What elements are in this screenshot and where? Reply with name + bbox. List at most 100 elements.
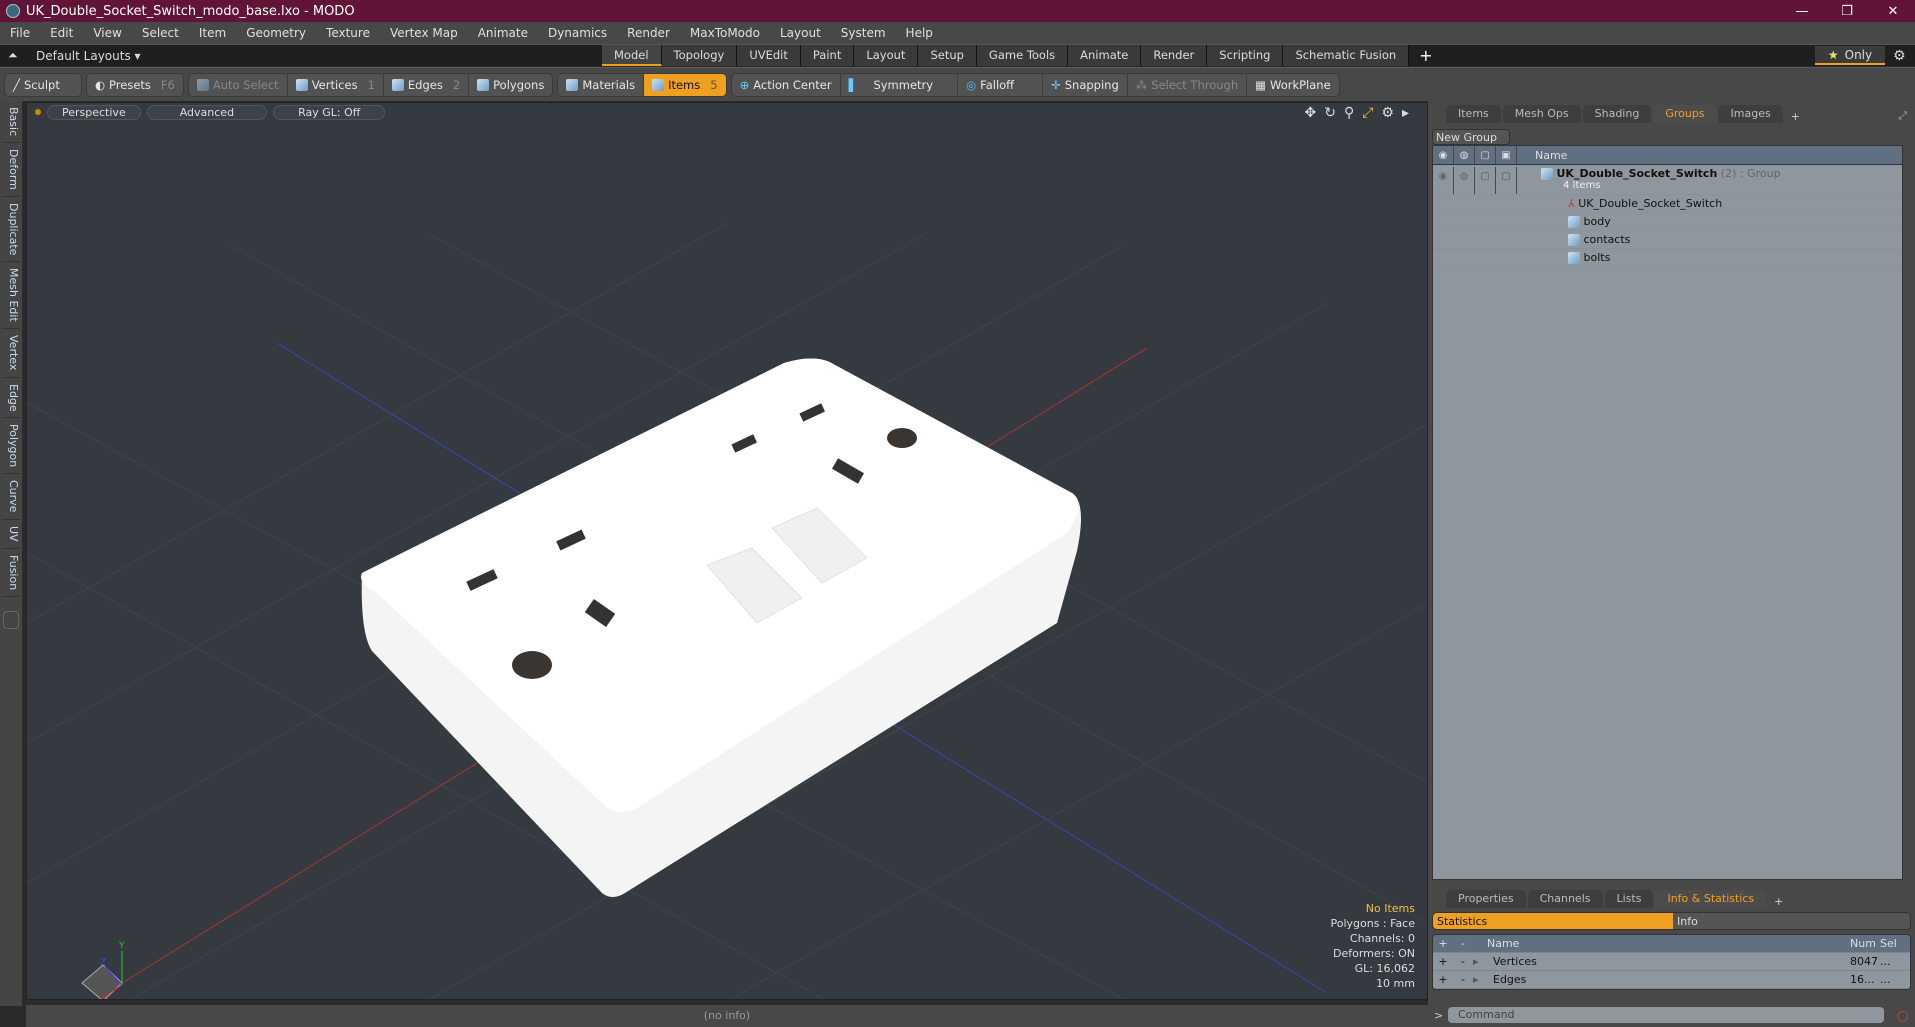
command-input[interactable]: Command xyxy=(1448,1007,1884,1023)
lock-toggle[interactable]: ▢ xyxy=(1475,167,1496,194)
vtab-basic[interactable]: Basic xyxy=(2,101,20,144)
vtab-fusion[interactable]: Fusion xyxy=(2,549,20,597)
new-group-button[interactable]: New Group xyxy=(1432,129,1510,145)
menu-maxtomodo[interactable]: MaxToModo xyxy=(680,26,770,40)
symmetry-button[interactable]: ▌ Symmetry xyxy=(841,73,959,96)
menu-geometry[interactable]: Geometry xyxy=(236,26,316,40)
add-tab-button[interactable]: + xyxy=(1409,45,1442,67)
tab-layout[interactable]: Layout xyxy=(854,45,919,66)
tab-channels[interactable]: Channels xyxy=(1527,890,1603,908)
menu-animate[interactable]: Animate xyxy=(468,26,538,40)
tab-scripting[interactable]: Scripting xyxy=(1207,45,1284,66)
presets-button[interactable]: ◐ Presets F6 xyxy=(86,72,184,97)
polygons-button[interactable]: Polygons xyxy=(469,74,552,96)
vtab-vertex[interactable]: Vertex xyxy=(2,329,20,378)
menu-system[interactable]: System xyxy=(831,26,896,40)
sculpt-button[interactable]: ╱ Sculpt xyxy=(4,72,82,97)
table-row[interactable]: + - ▸ Edges 16...... xyxy=(1433,971,1910,989)
add-bottom-tab-button[interactable]: + xyxy=(1768,895,1789,908)
tab-lists[interactable]: Lists xyxy=(1604,890,1654,908)
render-icon[interactable]: ◍ xyxy=(1454,167,1475,194)
record-icon[interactable]: ○ xyxy=(1897,1008,1909,1024)
vtab-polygon[interactable]: Polygon xyxy=(2,418,20,475)
gear-icon[interactable]: ⚙ xyxy=(1893,48,1906,64)
maximize-button[interactable]: ❐ xyxy=(1827,0,1867,22)
maximize-viewport-icon[interactable]: ⤢ xyxy=(1362,105,1373,121)
vertices-button[interactable]: Vertices 1 xyxy=(288,73,384,96)
menu-view[interactable]: View xyxy=(83,26,131,40)
tab-groups[interactable]: Groups xyxy=(1653,105,1717,123)
menu-render[interactable]: Render xyxy=(617,26,680,40)
menu-texture[interactable]: Texture xyxy=(316,26,380,40)
3d-viewport[interactable]: Y Z Perspective Advanced Ray GL: Off ✥ ↻… xyxy=(26,102,1428,1000)
viewport-settings-icon[interactable]: ⚙ xyxy=(1381,105,1394,121)
vtab-mesh-edit[interactable]: Mesh Edit xyxy=(2,262,20,330)
list-item[interactable]: contacts xyxy=(1433,231,1902,249)
expand-panel-icon[interactable]: ⤢ xyxy=(1898,109,1915,123)
menu-select[interactable]: Select xyxy=(132,26,189,40)
pan-icon[interactable]: ✥ xyxy=(1304,105,1316,121)
name-header[interactable]: Name xyxy=(1473,937,1850,950)
workplane-button[interactable]: ▦ WorkPlane xyxy=(1247,74,1339,96)
remove-icon[interactable]: - xyxy=(1453,973,1473,986)
add-icon[interactable]: + xyxy=(1433,973,1453,986)
minimize-button[interactable]: — xyxy=(1782,0,1822,22)
tab-schematic-fusion[interactable]: Schematic Fusion xyxy=(1283,45,1410,66)
rotate-icon[interactable]: ↻ xyxy=(1324,105,1336,121)
add-icon[interactable]: + xyxy=(1433,955,1453,968)
tab-paint[interactable]: Paint xyxy=(800,45,855,66)
list-item[interactable]: bolts xyxy=(1433,249,1902,267)
edges-button[interactable]: Edges 2 xyxy=(384,73,470,96)
viewport-menu-arrow-icon[interactable]: ▸ xyxy=(1402,105,1409,121)
collapse-arrow-icon[interactable]: ⏶ xyxy=(8,48,18,63)
menu-edit[interactable]: Edit xyxy=(40,26,83,40)
menu-layout[interactable]: Layout xyxy=(770,26,831,40)
statistics-subtab[interactable]: Statistics xyxy=(1433,913,1673,929)
tab-shading[interactable]: Shading xyxy=(1582,105,1652,123)
tab-uvedit[interactable]: UVEdit xyxy=(737,45,801,66)
close-button[interactable]: ✕ xyxy=(1873,0,1913,22)
tab-animate[interactable]: Animate xyxy=(1068,45,1142,66)
raygl-dropdown[interactable]: Ray GL: Off xyxy=(273,104,386,120)
snapping-button[interactable]: ✛ Snapping xyxy=(1043,73,1128,96)
falloff-button[interactable]: ◎ Falloff xyxy=(958,73,1044,96)
tab-game-tools[interactable]: Game Tools xyxy=(976,45,1069,66)
visibility-column-icon[interactable]: ◉ xyxy=(1433,146,1454,164)
info-subtab[interactable]: Info xyxy=(1673,913,1910,929)
items-button[interactable]: Items 5 xyxy=(644,73,726,96)
materials-button[interactable]: Materials xyxy=(558,73,645,96)
tab-render[interactable]: Render xyxy=(1141,45,1208,66)
menu-dynamics[interactable]: Dynamics xyxy=(538,26,617,40)
tab-model[interactable]: Model xyxy=(602,45,662,66)
tab-images[interactable]: Images xyxy=(1718,105,1783,123)
table-row[interactable]: + - ▸ Vertices 8047... xyxy=(1433,953,1910,971)
only-toggle[interactable]: ★ Only xyxy=(1815,46,1885,65)
vtab-duplicate[interactable]: Duplicate xyxy=(2,197,20,263)
zoom-icon[interactable]: ⚲ xyxy=(1344,105,1354,121)
tab-items[interactable]: Items xyxy=(1446,105,1501,123)
remove-icon[interactable]: - xyxy=(1453,955,1473,968)
num-header[interactable]: Num xyxy=(1850,937,1880,950)
menu-item[interactable]: Item xyxy=(189,26,236,40)
select-toggle[interactable]: ▢ xyxy=(1496,167,1517,194)
auto-select-button[interactable]: Auto Select xyxy=(189,73,288,96)
action-center-button[interactable]: ⊕ Action Center xyxy=(732,73,841,96)
lock-column-icon[interactable]: ▢ xyxy=(1475,146,1496,164)
select-column-icon[interactable]: ▣ xyxy=(1496,146,1517,164)
tab-properties[interactable]: Properties xyxy=(1446,890,1526,908)
add-panel-tab-button[interactable]: + xyxy=(1785,110,1806,123)
advanced-dropdown[interactable]: Advanced xyxy=(146,104,268,120)
tab-info-statistics[interactable]: Info & Statistics xyxy=(1655,890,1767,908)
expand-arrow-icon[interactable]: ▸ xyxy=(1473,973,1493,986)
perspective-dropdown[interactable]: Perspective xyxy=(47,104,141,120)
default-layouts-dropdown[interactable]: Default Layouts ▾ xyxy=(36,49,141,63)
group-row[interactable]: ◉ ◍ ▢ ▢ UK_Double_Socket_Switch (2) : Gr… xyxy=(1433,165,1902,195)
list-item[interactable]: body xyxy=(1433,213,1902,231)
vtab-edge[interactable]: Edge xyxy=(2,378,20,419)
expand-arrow-icon[interactable]: ▸ xyxy=(1473,955,1493,968)
select-through-button[interactable]: ⁂ Select Through xyxy=(1128,73,1248,96)
render-column-icon[interactable]: ◍ xyxy=(1454,146,1475,164)
menu-vertex-map[interactable]: Vertex Map xyxy=(380,26,468,40)
eye-icon[interactable]: ◉ xyxy=(1433,167,1454,194)
tab-setup[interactable]: Setup xyxy=(918,45,977,66)
